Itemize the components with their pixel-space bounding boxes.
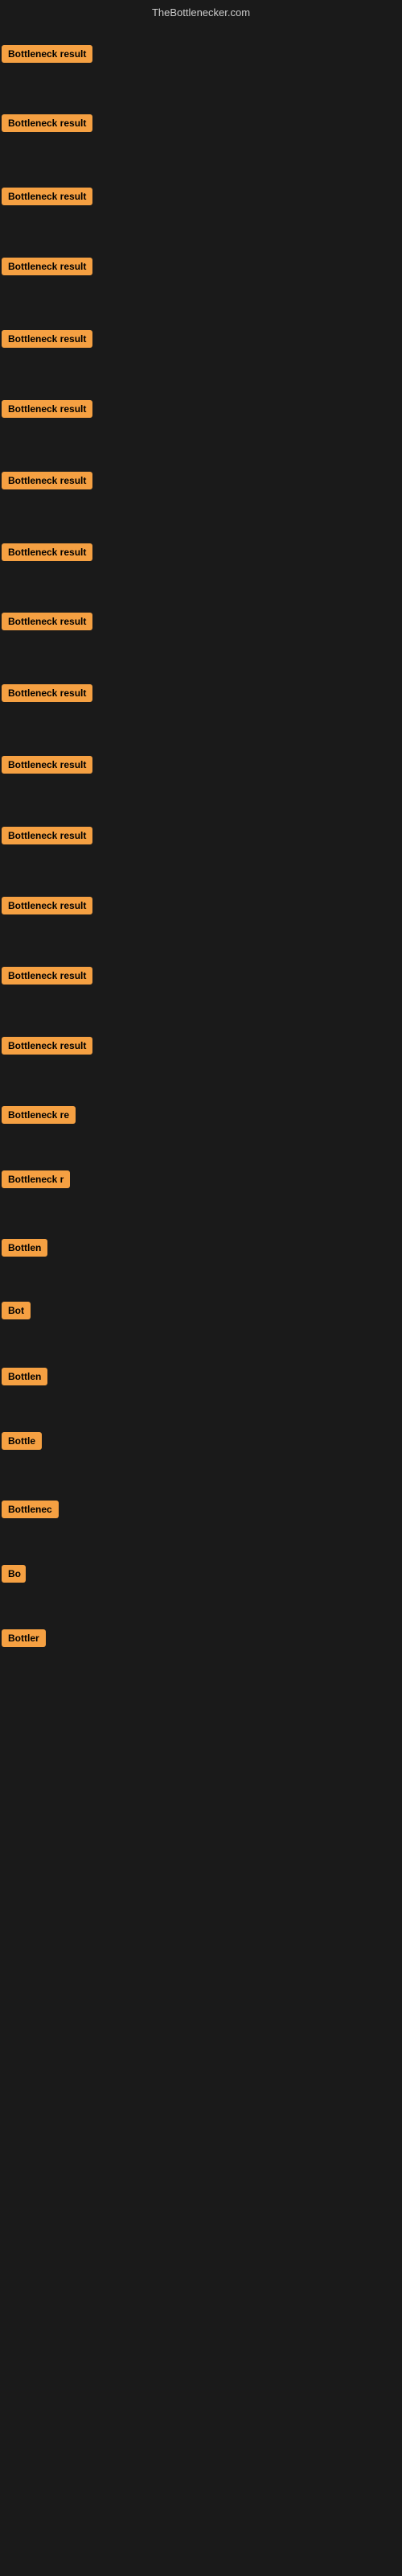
bottleneck-badge[interactable]: Bottleneck result [2, 400, 92, 418]
bottleneck-badge[interactable]: Bottleneck result [2, 114, 92, 132]
bottleneck-badge[interactable]: Bottleneck result [2, 684, 92, 702]
bottleneck-badge[interactable]: Bottleneck result [2, 258, 92, 275]
bottleneck-badge[interactable]: Bottleneck r [2, 1170, 70, 1188]
bottleneck-item: Bot [2, 1302, 31, 1323]
bottleneck-item: Bottleneck result [2, 45, 92, 67]
bottleneck-badge[interactable]: Bottlen [2, 1239, 47, 1257]
bottleneck-badge[interactable]: Bottle [2, 1432, 42, 1450]
bottleneck-item: Bottleneck result [2, 114, 92, 136]
bottleneck-badge[interactable]: Bottleneck result [2, 188, 92, 205]
bottleneck-badge[interactable]: Bottleneck result [2, 967, 92, 985]
bottleneck-item: Bottleneck re [2, 1106, 76, 1128]
bottleneck-badge[interactable]: Bottlenec [2, 1501, 59, 1518]
bottleneck-badge[interactable]: Bottleneck result [2, 1037, 92, 1055]
bottleneck-item: Bo [2, 1565, 26, 1587]
bottleneck-item: Bottlen [2, 1239, 47, 1261]
bottleneck-badge[interactable]: Bottleneck result [2, 827, 92, 844]
bottleneck-item: Bottleneck r [2, 1170, 70, 1192]
items-container: Bottleneck result Bottleneck result Bottle… [0, 22, 402, 1732]
bottleneck-badge[interactable]: Bottleneck result [2, 613, 92, 630]
bottleneck-badge[interactable]: Bottleneck result [2, 330, 92, 348]
bottleneck-badge[interactable]: Bottleneck re [2, 1106, 76, 1124]
bottleneck-item: Bottleneck result [2, 827, 92, 848]
bottleneck-badge[interactable]: Bottler [2, 1629, 46, 1647]
bottleneck-item: Bottlen [2, 1368, 47, 1389]
bottleneck-badge[interactable]: Bot [2, 1302, 31, 1319]
bottleneck-item: Bottleneck result [2, 1037, 92, 1059]
bottleneck-item: Bottleneck result [2, 400, 92, 422]
bottleneck-item: Bottleneck result [2, 330, 92, 352]
bottleneck-item: Bottleneck result [2, 258, 92, 279]
bottleneck-badge[interactable]: Bottlen [2, 1368, 47, 1385]
bottleneck-badge[interactable]: Bottleneck result [2, 472, 92, 489]
page-container: TheBottlenecker.com Bottleneck resultBot… [0, 0, 402, 2576]
bottleneck-item: Bottleneck result [2, 897, 92, 919]
bottleneck-badge[interactable]: Bottleneck result [2, 45, 92, 63]
site-title: TheBottlenecker.com [152, 6, 250, 19]
bottleneck-item: Bottleneck result [2, 684, 92, 706]
bottleneck-item: Bottleneck result [2, 188, 92, 209]
bottleneck-badge[interactable]: Bottleneck result [2, 543, 92, 561]
bottleneck-item: Bottler [2, 1629, 46, 1651]
bottleneck-badge[interactable]: Bottleneck result [2, 756, 92, 774]
bottleneck-item: Bottleneck result [2, 543, 92, 565]
bottleneck-badge[interactable]: Bo [2, 1565, 26, 1583]
bottleneck-item: Bottleneck result [2, 613, 92, 634]
bottleneck-item: Bottle [2, 1432, 42, 1454]
site-header: TheBottlenecker.com [0, 0, 402, 22]
bottleneck-item: Bottleneck result [2, 967, 92, 989]
bottleneck-item: Bottleneck result [2, 756, 92, 778]
bottleneck-badge[interactable]: Bottleneck result [2, 897, 92, 914]
bottleneck-item: Bottleneck result [2, 472, 92, 493]
bottleneck-item: Bottlenec [2, 1501, 59, 1522]
